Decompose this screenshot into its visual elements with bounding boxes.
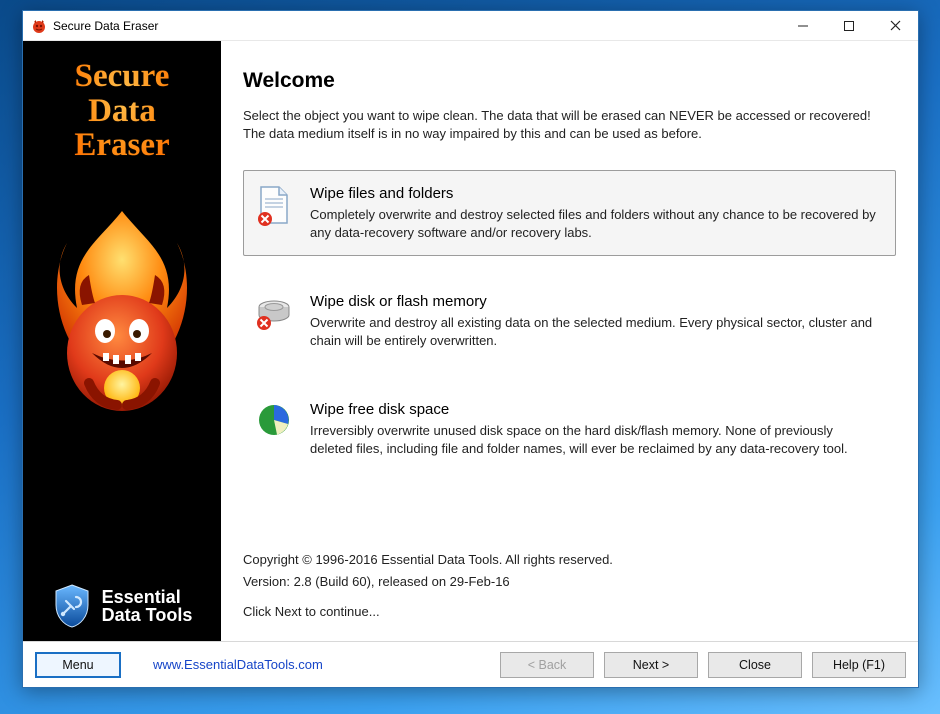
footer-info: Copyright © 1996-2016 Essential Data Too… xyxy=(243,549,896,631)
option-title: Wipe free disk space xyxy=(310,401,879,418)
version-text: Version: 2.8 (Build 60), released on 29-… xyxy=(243,571,896,593)
option-list: Wipe files and folders Completely overwr… xyxy=(243,170,896,472)
continue-hint: Click Next to continue... xyxy=(243,601,896,623)
app-window: Secure Data Eraser Secure Data Eraser xyxy=(22,10,919,688)
option-desc: Completely overwrite and destroy selecte… xyxy=(310,206,879,241)
page-title: Welcome xyxy=(243,69,896,93)
bottom-bar: Menu www.EssentialDataTools.com < Back N… xyxy=(23,641,918,687)
menu-button[interactable]: Menu xyxy=(35,652,121,678)
sidebar: Secure Data Eraser xyxy=(23,41,221,641)
mascot-icon xyxy=(37,203,207,423)
pie-chart-icon xyxy=(254,401,294,457)
close-button[interactable] xyxy=(872,11,918,40)
brand-line-2: Data Tools xyxy=(102,606,193,624)
option-wipe-free-space[interactable]: Wipe free disk space Irreversibly overwr… xyxy=(243,386,896,472)
intro-text: Select the object you want to wipe clean… xyxy=(243,107,896,142)
app-icon xyxy=(31,18,47,34)
brand-footer: Essential Data Tools xyxy=(23,583,221,629)
file-delete-icon xyxy=(254,185,294,241)
next-button[interactable]: Next > xyxy=(604,652,698,678)
disk-delete-icon xyxy=(254,293,294,349)
main-panel: Welcome Select the object you want to wi… xyxy=(221,41,918,641)
brand-text: Essential Data Tools xyxy=(102,588,193,624)
copyright-text: Copyright © 1996-2016 Essential Data Too… xyxy=(243,549,896,571)
window-title: Secure Data Eraser xyxy=(53,19,780,33)
minimize-button[interactable] xyxy=(780,11,826,40)
product-line-2: Data xyxy=(74,94,169,129)
shield-icon xyxy=(52,583,92,629)
brand-line-1: Essential xyxy=(102,588,193,606)
title-bar: Secure Data Eraser xyxy=(23,11,918,41)
help-button[interactable]: Help (F1) xyxy=(812,652,906,678)
close-button-footer[interactable]: Close xyxy=(708,652,802,678)
option-title: Wipe disk or flash memory xyxy=(310,293,879,310)
product-line-3: Eraser xyxy=(74,128,169,163)
option-desc: Irreversibly overwrite unused disk space… xyxy=(310,422,879,457)
option-desc: Overwrite and destroy all existing data … xyxy=(310,314,879,349)
maximize-button[interactable] xyxy=(826,11,872,40)
back-button: < Back xyxy=(500,652,594,678)
product-line-1: Secure xyxy=(74,59,169,94)
website-link[interactable]: www.EssentialDataTools.com xyxy=(153,657,323,672)
window-controls xyxy=(780,11,918,40)
option-title: Wipe files and folders xyxy=(310,185,879,202)
option-wipe-files[interactable]: Wipe files and folders Completely overwr… xyxy=(243,170,896,256)
option-wipe-disk[interactable]: Wipe disk or flash memory Overwrite and … xyxy=(243,278,896,364)
product-logo-text: Secure Data Eraser xyxy=(74,59,169,163)
